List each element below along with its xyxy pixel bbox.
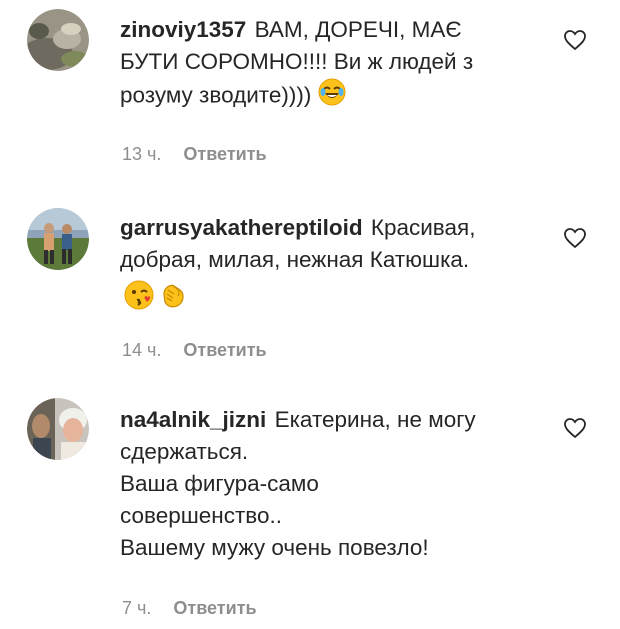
avatar[interactable]	[27, 208, 89, 270]
comment-username[interactable]: zinoviy1357	[120, 17, 246, 42]
joy-emoji-icon	[318, 78, 346, 115]
comment-body: na4alnik_jizni Екатерина, не могу сдержа…	[120, 404, 590, 564]
comment-time: 7 ч.	[122, 598, 152, 618]
avatar-image	[27, 398, 89, 460]
clapping-hands-emoji-icon	[158, 280, 188, 315]
avatar-image	[27, 208, 89, 270]
comment-meta: 7 ч. Ответить	[122, 598, 257, 619]
avatar-image	[27, 9, 89, 71]
comment-time: 13 ч.	[122, 144, 162, 164]
avatar[interactable]	[27, 398, 89, 460]
wink-kiss-emoji-icon	[124, 280, 154, 315]
heart-icon[interactable]	[563, 28, 587, 52]
comment-body: zinoviy1357 ВАМ, ДОРЕЧІ, МАЄ БУТИ СОРОМН…	[120, 14, 590, 115]
comment-username[interactable]: garrusyakathereptiloid	[120, 215, 363, 240]
comment-body: garrusyakathereptiloid Красивая, добрая,…	[120, 212, 590, 276]
reply-button[interactable]: Ответить	[173, 598, 256, 618]
heart-icon[interactable]	[563, 226, 587, 250]
comment-meta: 14 ч. Ответить	[122, 340, 267, 361]
comment-emojis	[124, 280, 188, 315]
avatar[interactable]	[27, 9, 89, 71]
heart-icon[interactable]	[563, 416, 587, 440]
comment-username[interactable]: na4alnik_jizni	[120, 407, 266, 432]
reply-button[interactable]: Ответить	[183, 144, 266, 164]
comment-meta: 13 ч. Ответить	[122, 144, 267, 165]
comment-time: 14 ч.	[122, 340, 162, 360]
reply-button[interactable]: Ответить	[183, 340, 266, 360]
